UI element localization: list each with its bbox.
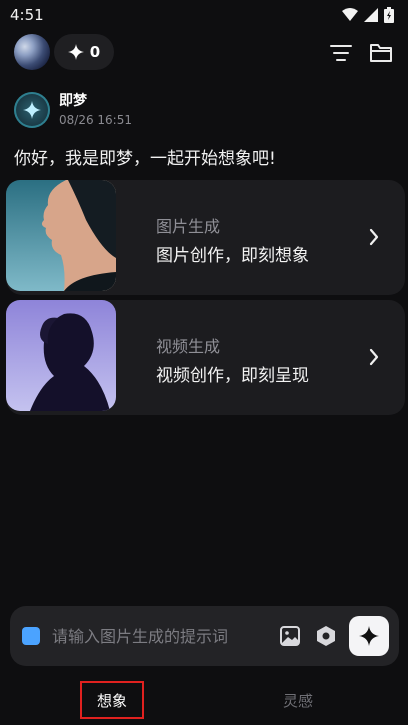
wifi-icon: [342, 8, 358, 21]
top-bar: 0: [0, 32, 408, 72]
generation-mode-toggle[interactable]: [22, 627, 40, 645]
tab-inspiration[interactable]: 灵感: [266, 681, 330, 719]
prompt-input[interactable]: [52, 622, 262, 650]
sparkle-icon: [67, 44, 84, 60]
chevron-right-icon: [369, 348, 379, 366]
upload-image-button[interactable]: [278, 624, 302, 648]
bot-name: 即梦: [59, 93, 87, 109]
tab-imagine[interactable]: 想象: [80, 681, 144, 719]
generation-settings-button[interactable]: [314, 624, 338, 648]
user-avatar[interactable]: [14, 34, 50, 70]
bot-avatar: [14, 92, 50, 128]
battery-icon: [384, 7, 394, 23]
bot-header: 即梦 08/26 16:51: [14, 92, 132, 128]
card-kicker: 视频生成: [156, 337, 221, 356]
hexagon-settings-icon: [317, 626, 335, 646]
chevron-right-icon: [369, 228, 379, 246]
credits-pill[interactable]: 0: [54, 34, 114, 70]
signal-icon: [364, 8, 378, 22]
bot-meta: 即梦 08/26 16:51: [59, 92, 132, 128]
filter-icon: [330, 45, 352, 61]
greeting-message: 你好，我是即梦，一起开始想象吧!: [14, 149, 276, 169]
status-icons: [342, 7, 394, 23]
generate-button[interactable]: [349, 616, 389, 656]
image-icon: [280, 626, 300, 646]
video-generation-card[interactable]: 视频生成 视频创作，即刻呈现: [6, 300, 405, 415]
prompt-bar: [10, 606, 399, 666]
card-kicker: 图片生成: [156, 217, 221, 236]
video-generation-thumbnail: [6, 300, 116, 411]
bot-timestamp: 08/26 16:51: [59, 113, 132, 127]
card-title: 图片创作，即刻想象: [156, 246, 309, 266]
folder-button[interactable]: [368, 40, 394, 66]
sparkle-icon: [359, 626, 379, 646]
filter-button[interactable]: [328, 40, 354, 66]
sparkle-icon: [23, 101, 41, 119]
folder-icon: [370, 44, 392, 62]
image-generation-thumbnail: [6, 180, 116, 291]
status-time: 4:51: [10, 6, 44, 24]
credits-count: 0: [89, 43, 101, 61]
status-bar: 4:51: [0, 0, 408, 30]
image-generation-card[interactable]: 图片生成 图片创作，即刻想象: [6, 180, 405, 295]
card-title: 视频创作，即刻呈现: [156, 366, 309, 386]
bottom-tab-bar: 想象 灵感: [0, 673, 408, 725]
